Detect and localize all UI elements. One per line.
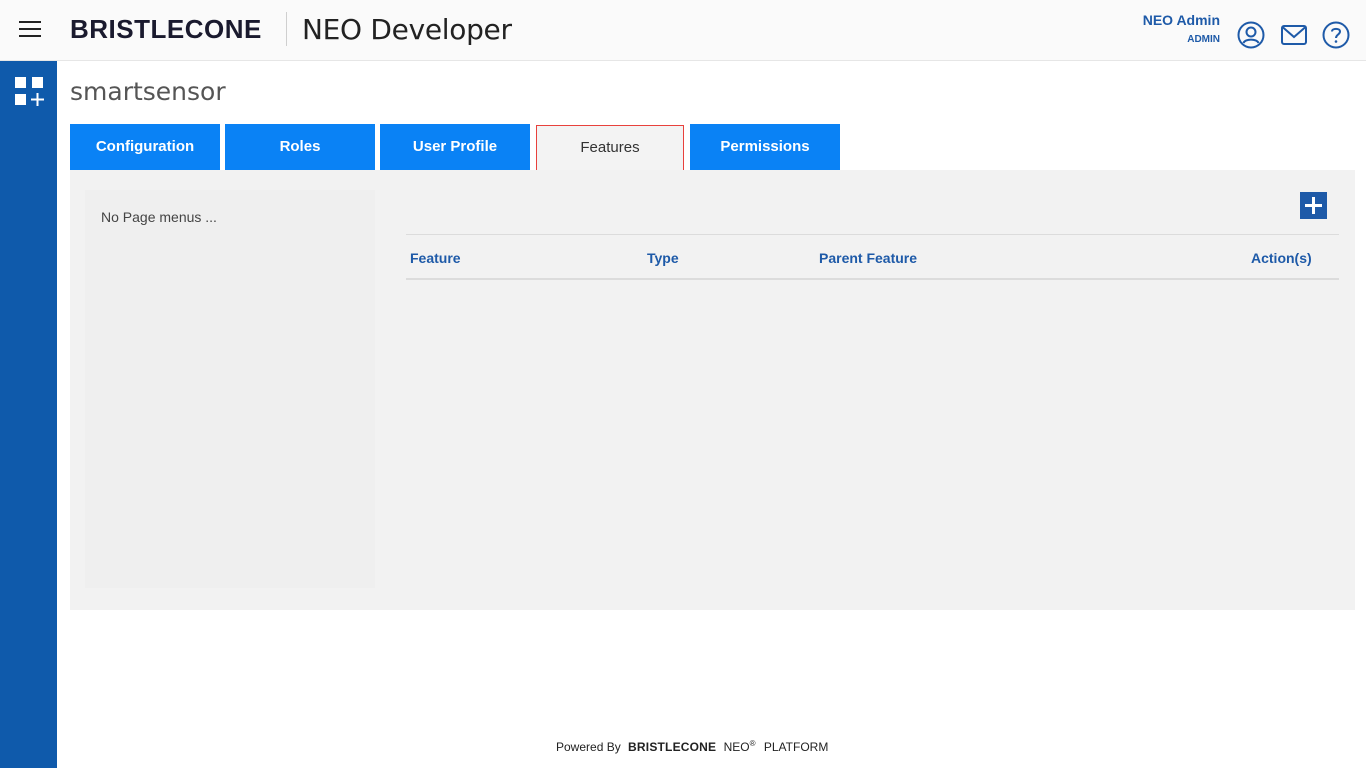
app-title: NEO Developer	[302, 13, 512, 46]
user-name: NEO Admin	[1142, 12, 1220, 28]
column-header-type[interactable]: Type	[647, 250, 679, 266]
empty-menu-message: No Page menus ...	[101, 209, 217, 225]
features-panel: No Page menus ... Feature Type Parent Fe…	[70, 170, 1355, 610]
add-feature-button[interactable]	[1300, 192, 1327, 219]
footer-brand: BRISTLECONE	[628, 740, 717, 754]
side-rail	[0, 61, 57, 768]
page-menu-list: No Page menus ...	[85, 190, 375, 588]
tab-roles[interactable]: Roles	[225, 124, 375, 170]
header-divider	[286, 12, 287, 46]
user-info[interactable]: NEO Admin ADMIN	[1143, 12, 1220, 45]
user-role: ADMIN	[1187, 34, 1220, 45]
brand-logo: BRISTLECONE	[70, 14, 262, 44]
footer-powered-by: Powered By	[556, 740, 621, 754]
footer: Powered By BRISTLECONE NEO® PLATFORM	[556, 739, 828, 754]
footer-product: NEO	[723, 740, 750, 754]
tab-user-profile[interactable]: User Profile	[380, 124, 530, 170]
menu-icon[interactable]	[19, 21, 41, 39]
column-header-feature[interactable]: Feature	[410, 250, 461, 266]
mail-icon[interactable]	[1279, 20, 1309, 50]
page-title: smartsensor	[70, 77, 226, 106]
apps-add-icon[interactable]	[13, 75, 45, 107]
tab-configuration[interactable]: Configuration	[70, 124, 220, 170]
user-icon[interactable]	[1236, 20, 1266, 50]
tab-permissions[interactable]: Permissions	[690, 124, 840, 170]
registered-mark: ®	[749, 739, 756, 748]
features-table: Feature Type Parent Feature Action(s)	[406, 234, 1339, 280]
tab-features[interactable]: Features	[536, 125, 684, 171]
column-header-actions[interactable]: Action(s)	[1251, 250, 1312, 266]
table-header: Feature Type Parent Feature Action(s)	[406, 234, 1339, 280]
column-header-parent-feature[interactable]: Parent Feature	[819, 250, 917, 266]
help-icon[interactable]	[1321, 20, 1351, 50]
top-header: BRISTLECONE NEO Developer NEO Admin ADMI…	[0, 0, 1366, 61]
footer-platform: PLATFORM	[763, 740, 829, 754]
